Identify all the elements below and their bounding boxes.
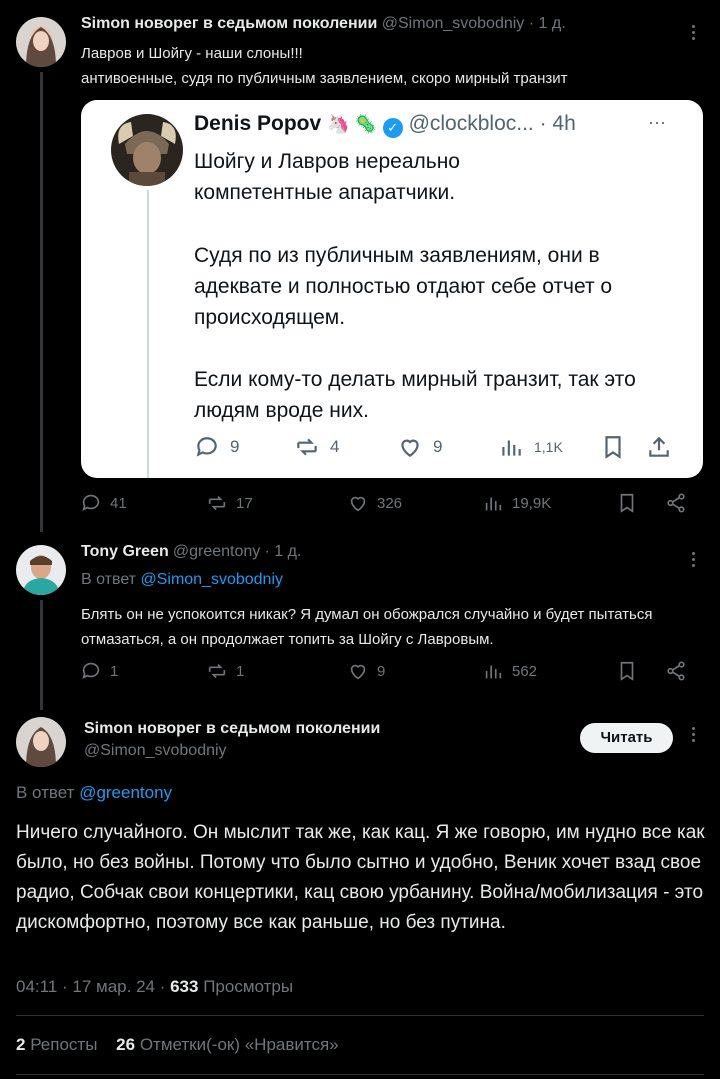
thread-line (147, 190, 149, 478)
repost-icon (297, 438, 317, 456)
share-icon (667, 493, 685, 513)
repost-count: 1 (236, 662, 245, 680)
share-button[interactable] (646, 434, 672, 460)
repost-count: 4 (330, 437, 340, 456)
repost-count: 17 (236, 494, 253, 512)
reply-button[interactable]: 9 (194, 434, 239, 460)
quoted-author-handle: @clockbloc... (408, 112, 534, 135)
author-handle[interactable]: @Simon_svobodniy (382, 15, 525, 32)
bookmark-icon (620, 661, 634, 681)
verified-icon: ✓ (382, 118, 403, 138)
avatar[interactable] (16, 717, 66, 767)
repost-button[interactable]: 1 (206, 660, 244, 682)
author-name[interactable]: Simon новорег в седьмом поколении (84, 720, 380, 738)
reply-button[interactable]: 1 (80, 660, 118, 682)
reply-icon (82, 662, 100, 679)
like-button[interactable]: 9 (347, 660, 385, 682)
repost-icon (208, 663, 226, 679)
bookmark-button[interactable] (600, 434, 626, 460)
reply-icon (82, 494, 100, 511)
thread-line (40, 600, 43, 710)
author-name[interactable]: Simon новорег в седьмом поколении (81, 15, 377, 32)
quoted-text: Шойгу и Лавров нереально компетентные ап… (194, 150, 460, 204)
like-count: 9 (377, 662, 386, 680)
share-icon (667, 661, 685, 681)
quoted-text: Если кому-то делать мирный транзит, так … (194, 368, 636, 422)
like-button[interactable]: 9 (397, 434, 442, 460)
quoted-timestamp: · 4h (539, 112, 576, 135)
likes-label: Отметки(-ок) «Нравится» (139, 1035, 339, 1054)
author-name[interactable]: Tony Green (81, 543, 169, 560)
divider (16, 1015, 704, 1016)
likes-count: 26 (116, 1035, 136, 1054)
author-handle[interactable]: @greentony (173, 543, 260, 560)
reply-icon (196, 437, 217, 457)
reply-prefix: В ответ (81, 571, 137, 588)
reposts-link[interactable]: 2 Репосты (16, 1035, 102, 1054)
bookmark-button[interactable] (616, 660, 638, 682)
reply-button[interactable]: 41 (80, 492, 127, 514)
more-icon[interactable]: ··· (648, 112, 666, 133)
timestamp[interactable]: 04:11 · 17 мар. 24 · (16, 977, 165, 996)
follow-button[interactable]: Читать (580, 723, 673, 753)
tweet-text: антивоенные, судя по публичным заявление… (81, 70, 568, 87)
heart-icon (401, 439, 419, 457)
mention-link[interactable]: @greentony (79, 783, 172, 802)
quoted-text: Судя по из публичным заявлениям, они в а… (194, 244, 613, 329)
bookmark-icon (605, 436, 621, 459)
reply-count: 9 (230, 437, 240, 456)
reply-prefix: В ответ (16, 783, 75, 802)
bookmark-icon (620, 493, 634, 513)
more-icon[interactable] (689, 724, 697, 745)
quoted-tweet-card[interactable]: Denis Popov 🦄 🦠 ✓ @clockbloc... · 4h ···… (81, 100, 703, 478)
views-count: 1,1K (534, 439, 563, 455)
author-handle[interactable]: @Simon_svobodniy (84, 742, 227, 760)
heart-icon (350, 496, 366, 512)
views-button[interactable]: 1,1K (498, 434, 563, 460)
divider (16, 1074, 704, 1075)
timestamp[interactable]: · 1 д. (529, 15, 566, 32)
reposts-count: 2 (16, 1035, 26, 1054)
views-count: 633 (170, 977, 199, 996)
unicorn-icon: 🦄 🦠 (327, 114, 377, 134)
tweet-text: Блять он не успокоится никак? Я думал он… (81, 606, 653, 648)
views-button[interactable]: 19,9K (482, 492, 551, 514)
thread-line (40, 72, 43, 532)
more-icon[interactable] (689, 22, 697, 43)
more-icon[interactable] (689, 549, 697, 570)
share-button[interactable] (665, 660, 687, 682)
repost-button[interactable]: 4 (294, 434, 339, 460)
reply-count: 41 (110, 494, 127, 512)
repost-icon (208, 495, 226, 511)
views-count: 19,9K (512, 494, 552, 512)
views-icon (485, 665, 502, 679)
reply-count: 1 (110, 662, 119, 680)
views-count: 562 (512, 662, 538, 680)
like-count: 326 (377, 494, 403, 512)
mention-link[interactable]: @Simon_svobodniy (140, 571, 283, 588)
quoted-author-name: Denis Popov (194, 112, 322, 135)
views-button[interactable]: 562 (482, 660, 537, 682)
heart-icon (350, 664, 366, 680)
like-button[interactable]: 326 (347, 492, 402, 514)
repost-button[interactable]: 17 (206, 492, 253, 514)
views-label: Просмотры (203, 977, 294, 996)
views-icon (502, 440, 521, 456)
avatar (111, 114, 183, 186)
bookmark-button[interactable] (616, 492, 638, 514)
avatar[interactable] (16, 545, 66, 595)
avatar[interactable] (16, 17, 66, 67)
share-button[interactable] (665, 492, 687, 514)
like-count: 9 (433, 437, 443, 456)
timestamp[interactable]: · 1 д. (264, 543, 301, 560)
tweet-text: Лавров и Шойгу - наши слоны!!! (81, 45, 303, 62)
tweet-text: Ничего случайного. Он мыслит так же, как… (16, 822, 705, 933)
likes-link[interactable]: 26 Отметки(-ок) «Нравится» (116, 1035, 339, 1054)
views-icon (485, 497, 502, 511)
share-icon (649, 436, 669, 457)
reposts-label: Репосты (30, 1035, 98, 1054)
